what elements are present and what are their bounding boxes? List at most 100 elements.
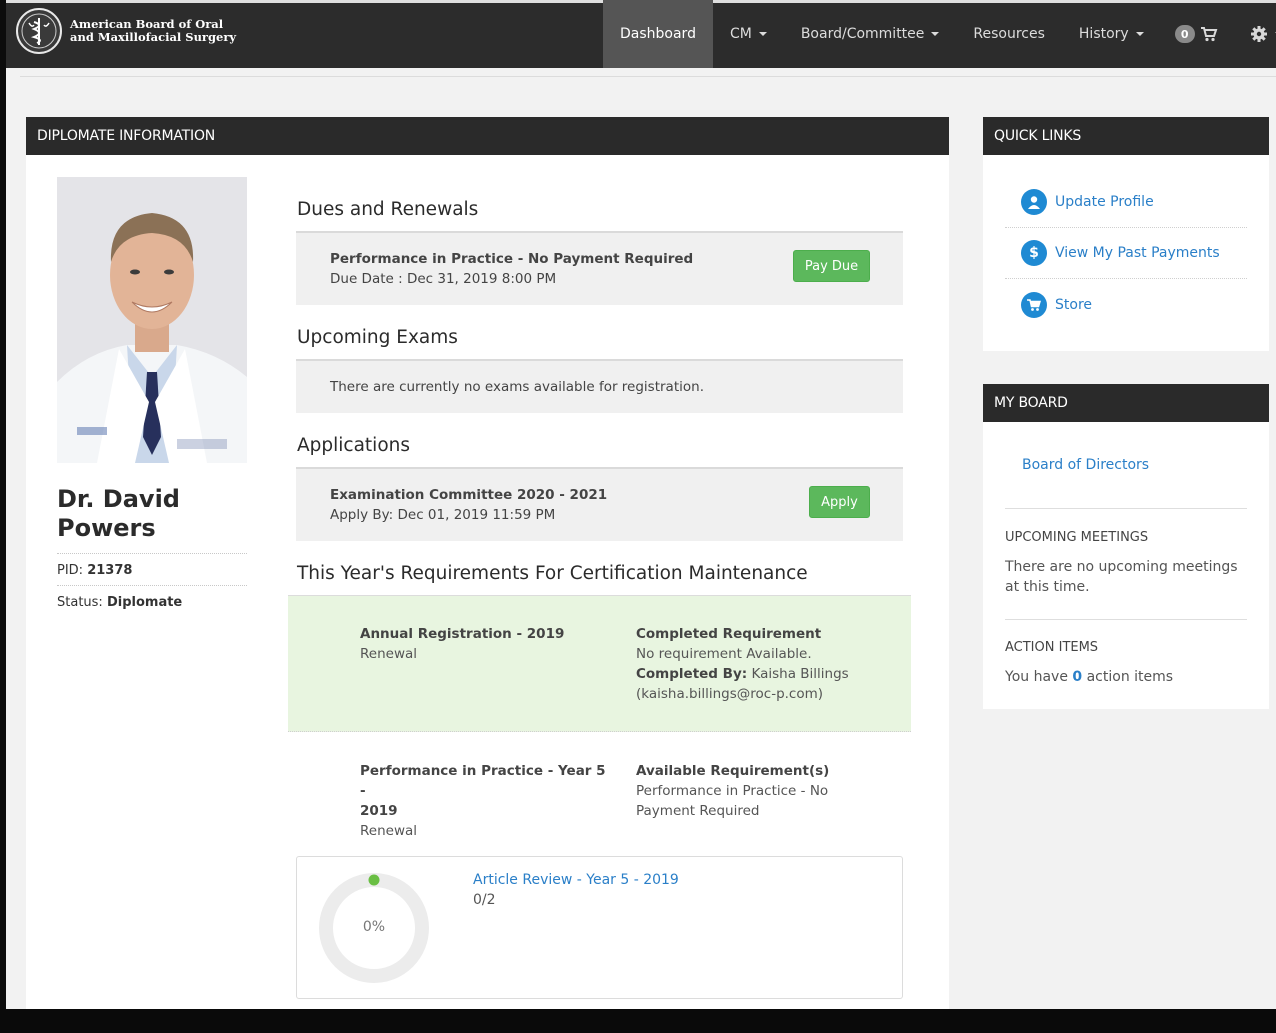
divider bbox=[57, 553, 247, 554]
panel-header: DIPLOMATE INFORMATION bbox=[26, 117, 949, 155]
divider bbox=[1005, 619, 1247, 620]
user-icon bbox=[1021, 189, 1047, 215]
application-apply-by: Apply By: Dec 01, 2019 11:59 PM bbox=[330, 507, 556, 523]
progress-indicator bbox=[368, 874, 380, 886]
dues-item-title: Performance in Practice - No Payment Req… bbox=[330, 251, 694, 267]
brand-logo[interactable]: American Board of Oral and Maxillofacial… bbox=[16, 8, 236, 54]
quick-link-label: Update Profile bbox=[1055, 194, 1154, 210]
quick-link-label: View My Past Payments bbox=[1055, 245, 1220, 261]
requirement-status-line-1: Performance in Practice - No bbox=[636, 783, 829, 799]
nav-history[interactable]: History bbox=[1062, 0, 1161, 68]
application-item: Examination Committee 2020 - 2021 Apply … bbox=[296, 467, 903, 541]
quick-link-label: Store bbox=[1055, 296, 1093, 313]
top-navbar: American Board of Oral and Maxillofacial… bbox=[6, 0, 1276, 68]
pid-label: PID: bbox=[57, 563, 84, 578]
action-items-text: You have 0 action items bbox=[1005, 667, 1255, 687]
nav-cm[interactable]: CM bbox=[713, 0, 784, 68]
header-divider bbox=[20, 76, 1276, 77]
exams-title: Upcoming Exams bbox=[297, 327, 458, 348]
quick-link-update-profile[interactable]: Update Profile bbox=[1005, 177, 1247, 228]
panel-header: QUICK LINKS bbox=[983, 117, 1269, 155]
completed-by-line: Completed By: Kaisha Billings bbox=[636, 664, 896, 684]
requirement-type: Renewal bbox=[360, 646, 418, 662]
completed-by-email: (kaisha.billings@roc-p.com) bbox=[636, 686, 824, 702]
diplomate-information-panel: DIPLOMATE INFORMATION Dr. David Powers P… bbox=[26, 117, 949, 1017]
gear-icon bbox=[1250, 26, 1267, 42]
requirement-title-line-1: Performance in Practice - Year 5 - bbox=[360, 763, 606, 799]
brand-line-2: and Maxillofacial Surgery bbox=[70, 30, 237, 44]
completed-by-name: Kaisha Billings bbox=[751, 666, 849, 682]
dues-item: Performance in Practice - No Payment Req… bbox=[296, 231, 903, 305]
requirement-name: Annual Registration - 2019 Renewal bbox=[360, 624, 610, 664]
dues-item-date: Due Date : Dec 31, 2019 8:00 PM bbox=[330, 271, 557, 287]
requirement-title: Annual Registration - 2019 bbox=[360, 626, 565, 642]
requirement-type: Renewal bbox=[360, 823, 418, 839]
article-review-count: 0/2 bbox=[473, 892, 496, 908]
nav-resources[interactable]: Resources bbox=[956, 0, 1062, 68]
apply-button[interactable]: Apply bbox=[809, 486, 870, 518]
status-label: Status: bbox=[57, 595, 103, 610]
upcoming-meetings-heading: UPCOMING MEETINGS bbox=[1005, 530, 1149, 545]
application-item-title: Examination Committee 2020 - 2021 bbox=[330, 487, 608, 503]
exams-item: There are currently no exams available f… bbox=[296, 359, 903, 413]
pay-due-button[interactable]: Pay Due bbox=[793, 250, 870, 282]
caret-down-icon bbox=[1135, 32, 1144, 36]
progress-percent: 0% bbox=[362, 919, 386, 935]
applications-title: Applications bbox=[297, 435, 411, 456]
dollar-glyph: $ bbox=[1029, 245, 1039, 261]
pid-line: PID: 21378 bbox=[57, 563, 247, 578]
action-items-prefix: You have bbox=[1005, 669, 1068, 685]
requirement-status-text: No requirement Available. bbox=[636, 646, 812, 662]
staff-of-asclepius-icon bbox=[16, 8, 62, 54]
nav-history-label: History bbox=[1078, 26, 1129, 42]
diplomate-name: Dr. David Powers bbox=[57, 485, 180, 542]
quick-link-past-payments[interactable]: $ View My Past Payments bbox=[1005, 228, 1247, 279]
nav-menu: Dashboard CM Board/Committee Resources H… bbox=[603, 0, 1276, 68]
pid-value: 21378 bbox=[87, 563, 133, 578]
quick-link-store[interactable]: Store bbox=[1005, 279, 1247, 330]
requirement-title-line-2: 2019 bbox=[360, 803, 398, 819]
annual-registration-requirement: Annual Registration - 2019 Renewal Compl… bbox=[288, 595, 911, 732]
exams-message: There are currently no exams available f… bbox=[330, 379, 704, 395]
action-items-count[interactable]: 0 bbox=[1072, 669, 1082, 685]
quick-links-panel: QUICK LINKS Update Profile $ View My Pas… bbox=[983, 117, 1269, 351]
nav-dashboard[interactable]: Dashboard bbox=[603, 0, 713, 68]
caret-down-icon bbox=[758, 32, 767, 36]
article-review-link[interactable]: Article Review - Year 5 - 2019 bbox=[473, 872, 679, 888]
dollar-icon: $ bbox=[1021, 240, 1047, 266]
cart-button[interactable]: 0 bbox=[1161, 0, 1232, 68]
requirement-status-line-2: Payment Required bbox=[636, 803, 760, 819]
requirement-status: Completed Requirement No requirement Ava… bbox=[636, 624, 896, 704]
profile-photo bbox=[57, 177, 247, 463]
divider bbox=[57, 585, 247, 586]
upcoming-meetings-text: There are no upcoming meetings at this t… bbox=[1005, 559, 1238, 595]
nav-board-committee[interactable]: Board/Committee bbox=[784, 0, 957, 68]
nav-resources-label: Resources bbox=[973, 26, 1045, 42]
requirement-status-title: Available Requirement(s) bbox=[636, 763, 830, 779]
nav-cm-label: CM bbox=[729, 26, 752, 42]
action-items-suffix: action items bbox=[1086, 669, 1174, 685]
panel-header: MY BOARD bbox=[983, 384, 1269, 422]
status-line: Status: Diplomate bbox=[57, 595, 247, 610]
cart-icon bbox=[1200, 27, 1218, 42]
cart-count-badge: 0 bbox=[1174, 25, 1195, 43]
dues-title: Dues and Renewals bbox=[297, 199, 479, 220]
cart-icon bbox=[1021, 291, 1047, 318]
requirement-status-title: Completed Requirement bbox=[636, 626, 822, 642]
settings-button[interactable] bbox=[1232, 0, 1276, 68]
divider bbox=[1005, 508, 1247, 509]
completed-by-label: Completed By: bbox=[636, 666, 748, 682]
brand-name: American Board of Oral and Maxillofacial… bbox=[70, 18, 236, 44]
performance-in-practice-status: Available Requirement(s) Performance in … bbox=[636, 761, 896, 821]
action-items-heading: ACTION ITEMS bbox=[1005, 640, 1099, 655]
board-of-directors-link[interactable]: Board of Directors bbox=[1022, 457, 1149, 473]
nav-dashboard-label: Dashboard bbox=[620, 26, 696, 42]
article-review-card: 0% Article Review - Year 5 - 2019 0/2 bbox=[296, 856, 903, 999]
status-value: Diplomate bbox=[106, 595, 183, 610]
performance-in-practice-requirement: Performance in Practice - Year 5 - 2019 … bbox=[360, 761, 610, 841]
window-edge bbox=[0, 0, 6, 1033]
my-board-panel: MY BOARD Board of Directors UPCOMING MEE… bbox=[983, 384, 1269, 709]
nav-board-committee-label: Board/Committee bbox=[800, 26, 925, 42]
bottom-bar bbox=[0, 1009, 1276, 1033]
requirements-title: This Year's Requirements For Certificati… bbox=[297, 563, 808, 584]
